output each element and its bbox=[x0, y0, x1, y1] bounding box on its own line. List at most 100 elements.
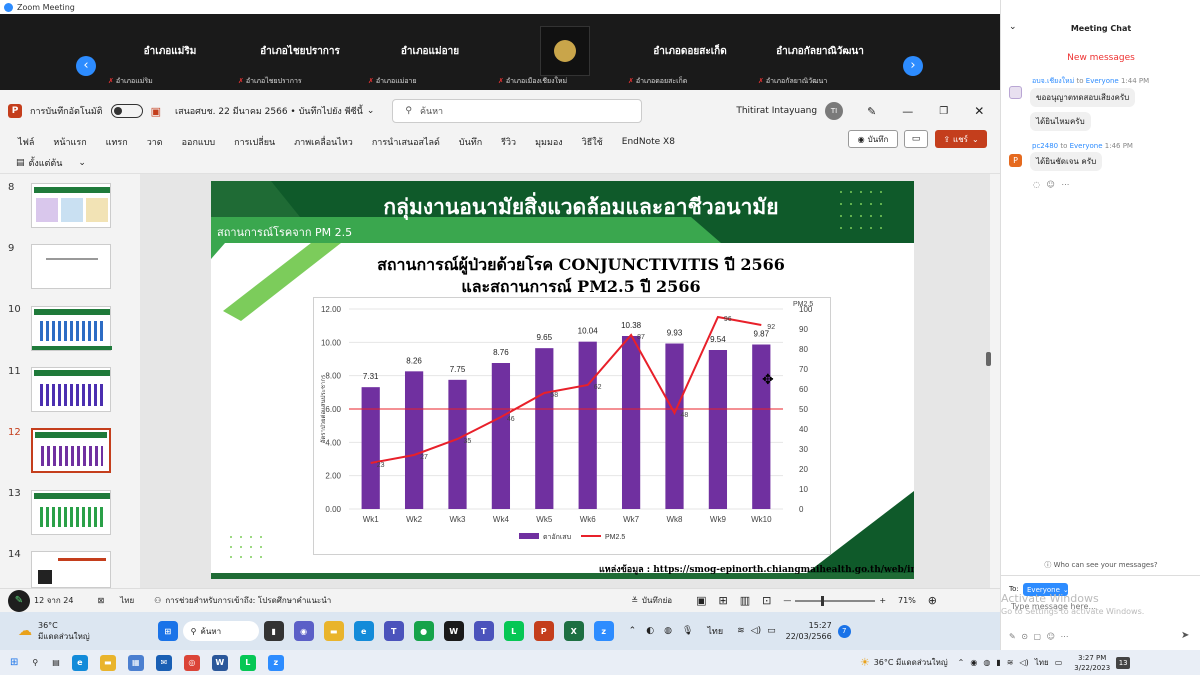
tray-icon[interactable]: ◐ bbox=[646, 626, 654, 636]
more-icon[interactable]: ⋯ bbox=[1061, 632, 1069, 641]
save-icon[interactable]: ▣ bbox=[151, 105, 161, 118]
tab-transitions[interactable]: การเปลี่ยน bbox=[234, 135, 275, 149]
emoji-icon[interactable]: ☺ bbox=[1047, 180, 1055, 189]
clock[interactable]: 3:27 PM 3/22/2023 bbox=[1074, 653, 1110, 673]
word-icon[interactable]: W bbox=[211, 654, 228, 671]
from-start-button[interactable]: ตั้งแต่ต้น bbox=[29, 156, 63, 170]
chevron-down-icon[interactable]: ⌄ bbox=[367, 106, 375, 116]
send-icon[interactable]: ➤ bbox=[1181, 630, 1189, 641]
slideshow-view-icon[interactable]: ⊡ bbox=[762, 594, 771, 607]
autosave-toggle[interactable] bbox=[110, 104, 143, 118]
line-app-icon[interactable]: L bbox=[239, 654, 256, 671]
windows-start-icon[interactable]: ⊞ bbox=[157, 621, 178, 641]
minimize-icon[interactable]: — bbox=[902, 105, 913, 118]
chat-message[interactable]: ได้ยินชัดเจน ครับ bbox=[1030, 152, 1103, 171]
chevron-up-icon[interactable]: ⌃ bbox=[629, 626, 637, 636]
tab-animations[interactable]: ภาพเคลื่อนไหว bbox=[294, 135, 353, 149]
accessibility-status[interactable]: การช่วยสำหรับการเข้าถึง: โปรดศึกษาคำแนะน… bbox=[165, 594, 331, 607]
attach-icon[interactable]: ⊙ bbox=[1021, 632, 1028, 641]
reply-icon[interactable]: ◌ bbox=[1033, 180, 1040, 189]
line-icon[interactable]: ● bbox=[413, 621, 434, 641]
format-icon[interactable]: ✎ bbox=[1009, 632, 1016, 641]
slide-sorter-icon[interactable]: ⊞ bbox=[718, 594, 727, 607]
chrome-icon[interactable]: ◎ bbox=[183, 654, 200, 671]
file-explorer-icon[interactable]: ▬ bbox=[99, 654, 116, 671]
teams-chat-icon[interactable]: ◉ bbox=[293, 621, 314, 641]
participant-tile[interactable]: อำเภอกัลยาณิวัฒนา อำเภอกัลยาณิวัฒนา bbox=[756, 14, 884, 90]
gallery-next-button[interactable]: › bbox=[903, 56, 923, 76]
search-icon[interactable]: ⚲ bbox=[32, 658, 38, 667]
task-view-icon[interactable]: ▮ bbox=[263, 621, 284, 641]
taskbar-search[interactable]: ⚲ ค้นหา bbox=[182, 621, 259, 641]
edge-icon[interactable]: e bbox=[353, 621, 374, 641]
more-icon[interactable]: ⋯ bbox=[1061, 180, 1069, 189]
tab-file[interactable]: ไฟล์ bbox=[18, 135, 34, 149]
weather-widget[interactable]: 36°C มีแดดส่วนใหญ่ bbox=[38, 620, 90, 642]
chat-message[interactable]: ได้ยินไหมครับ bbox=[1030, 112, 1091, 131]
tab-home[interactable]: หน้าแรก bbox=[53, 135, 86, 149]
tray-icon[interactable]: ◉ bbox=[970, 658, 977, 667]
slide-thumbnail[interactable] bbox=[31, 183, 111, 228]
tab-draw[interactable]: วาด bbox=[147, 135, 163, 149]
avatar[interactable]: TI bbox=[825, 102, 844, 120]
slide-thumbnail[interactable] bbox=[31, 367, 111, 412]
screenshot-icon[interactable]: ▢ bbox=[1034, 632, 1042, 641]
tab-record[interactable]: บันทึก bbox=[459, 135, 482, 149]
share-button[interactable]: ⇪ แชร์ ⌄ bbox=[935, 130, 987, 148]
tab-design[interactable]: ออกแบบ bbox=[182, 135, 216, 149]
clock[interactable]: 15:27 22/03/2566 bbox=[786, 620, 832, 642]
vertical-scrollbar[interactable] bbox=[986, 352, 991, 366]
slide-thumbnail[interactable] bbox=[31, 551, 111, 588]
tray-icon[interactable]: ◍ bbox=[664, 626, 672, 636]
slide-thumbnail-selected[interactable] bbox=[31, 428, 111, 473]
mic-icon[interactable]: 🎙 bbox=[682, 626, 693, 636]
zoom-level[interactable]: 71% bbox=[898, 596, 916, 605]
participant-tile[interactable]: อำเภอดอยสะเก็ด อำเภอดอยสะเก็ด bbox=[626, 14, 754, 90]
tab-review[interactable]: รีวิว bbox=[501, 135, 516, 149]
fit-slide-icon[interactable]: ⊕ bbox=[928, 594, 937, 607]
battery-icon[interactable]: ▭ bbox=[767, 626, 776, 636]
annotate-pen-icon[interactable]: ✎ bbox=[8, 589, 30, 612]
close-icon[interactable]: ✕ bbox=[974, 104, 984, 118]
language-indicator[interactable]: ไทย bbox=[1035, 656, 1049, 669]
slide[interactable]: กลุ่มงานอนามัยสิ่งแวดล้อมและอาชีวอนามัย … bbox=[211, 181, 914, 579]
file-explorer-icon[interactable]: ▬ bbox=[323, 621, 344, 641]
tray-icon[interactable]: ◍ bbox=[983, 658, 990, 667]
participant-tile[interactable]: อำเภอแม่อาย อำเภอแม่อาย bbox=[366, 14, 494, 90]
teams-icon[interactable]: T bbox=[383, 621, 404, 641]
excel-icon[interactable]: X bbox=[563, 621, 584, 641]
notes-button[interactable]: บันทึกย่อ bbox=[642, 594, 672, 607]
participant-tile[interactable]: อำเภอเมืองเชียงใหม่ bbox=[496, 14, 624, 90]
tab-slideshow[interactable]: การนำเสนอสไลด์ bbox=[372, 135, 440, 149]
battery-icon[interactable]: ▭ bbox=[1055, 658, 1063, 667]
participant-tile[interactable]: อำเภอแม่ริม อำเภอแม่ริม bbox=[106, 14, 234, 90]
proofing-icon[interactable]: ⊠ bbox=[97, 596, 104, 605]
chat-message[interactable]: ขออนุญาตทดสอบเสียงครับ bbox=[1030, 88, 1136, 107]
zoom-in-icon[interactable]: + bbox=[879, 596, 886, 605]
store-icon[interactable]: ▦ bbox=[127, 654, 144, 671]
zoom-slider[interactable] bbox=[795, 595, 876, 606]
language-status[interactable]: ไทย bbox=[120, 594, 134, 607]
webex-icon[interactable]: W bbox=[443, 621, 464, 641]
tab-view[interactable]: มุมมอง bbox=[535, 135, 563, 149]
document-title[interactable]: เสนอศบช. 22 มีนาคม 2566 • บันทึกไปยัง พี… bbox=[175, 104, 363, 118]
language-indicator[interactable]: ไทย bbox=[707, 624, 723, 638]
normal-view-icon[interactable]: ▣ bbox=[696, 594, 706, 607]
gallery-prev-button[interactable]: ‹ bbox=[76, 56, 96, 76]
windows-start-icon[interactable]: ⊞ bbox=[10, 657, 18, 668]
participant-tile[interactable]: อำเภอไชยปราการ อำเภอไชยปราการ bbox=[236, 14, 364, 90]
comment-button[interactable]: ▭ bbox=[904, 130, 928, 148]
powerpoint-icon[interactable]: P bbox=[533, 621, 554, 641]
slide-thumbnail[interactable] bbox=[31, 306, 112, 351]
tab-endnote[interactable]: EndNote X8 bbox=[622, 137, 675, 147]
wifi-icon[interactable]: ≋ bbox=[1007, 658, 1014, 667]
chevron-up-icon[interactable]: ⌃ bbox=[958, 658, 965, 667]
mic-icon[interactable]: ▮ bbox=[996, 658, 1000, 667]
slide-thumbnail[interactable] bbox=[31, 244, 111, 289]
record-button[interactable]: ◉ บันทึก bbox=[848, 130, 898, 148]
notification-badge[interactable]: 7 bbox=[837, 624, 851, 638]
wifi-icon[interactable]: ≋ bbox=[737, 626, 745, 636]
edge-icon[interactable]: e bbox=[71, 654, 88, 671]
weather-widget[interactable]: 36°C มีแดดส่วนใหญ่ bbox=[874, 656, 948, 669]
mail-icon[interactable]: ✉ bbox=[155, 654, 172, 671]
